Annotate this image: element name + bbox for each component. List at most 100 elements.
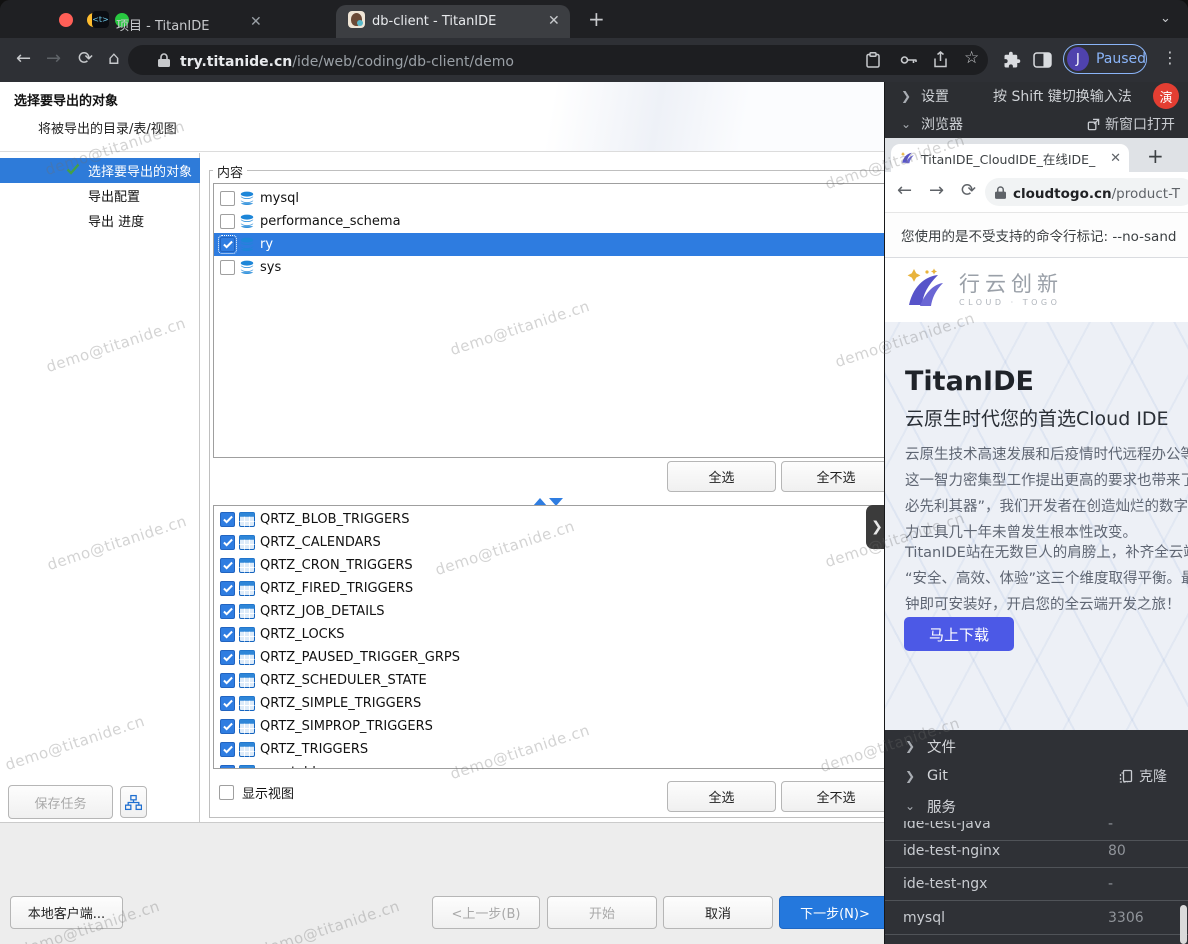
checkbox[interactable] (219, 785, 234, 800)
browser-section[interactable]: ⌄ 浏览器 新窗口打开 (885, 110, 1188, 138)
menu-kebab-icon[interactable]: ⋮ (1162, 48, 1178, 67)
checkbox[interactable] (220, 696, 235, 711)
checkbox[interactable] (220, 604, 235, 619)
checkbox[interactable] (220, 237, 235, 252)
schema-list[interactable]: mysqlperformance_schemarysys (213, 183, 884, 458)
tab-close-icon[interactable]: ✕ (250, 15, 262, 29)
preview-tab-close-icon[interactable]: ✕ (1110, 151, 1121, 166)
checkbox[interactable] (220, 512, 235, 527)
omnibox[interactable]: try.titanide.cn/ide/web/coding/db-client… (128, 45, 988, 75)
tab-project[interactable]: <t> 项目 - TitanIDE ✕ (84, 5, 280, 38)
checkbox-label: 显示视图 (242, 783, 294, 802)
new-tab-button[interactable]: + (588, 7, 605, 31)
list-item-ry[interactable]: ry (214, 233, 884, 256)
preview-new-tab-button[interactable]: + (1147, 144, 1164, 168)
select-all-schemas-button[interactable]: 全选 (667, 461, 776, 492)
share-icon[interactable] (934, 51, 947, 68)
splitter-handle[interactable] (533, 491, 573, 500)
tab-close-icon[interactable]: ✕ (548, 14, 560, 28)
sitemap-icon (125, 794, 142, 811)
open-new-window-button[interactable]: 新窗口打开 (1087, 114, 1175, 134)
task-diagram-button[interactable] (120, 786, 147, 818)
preview-forward-icon[interactable]: → (929, 182, 944, 200)
list-item-QRTZ_TRIGGERS[interactable]: QRTZ_TRIGGERS (214, 738, 884, 761)
select-none-tables-button[interactable]: 全不选 (781, 781, 884, 812)
service-row-mysql[interactable]: mysql3306 (885, 902, 1188, 935)
local-client-button[interactable]: 本地客户端... (10, 896, 123, 929)
select-all-tables-button[interactable]: 全选 (667, 781, 776, 812)
list-item-sys[interactable]: sys (214, 256, 884, 279)
list-item-QRTZ_PAUSED_TRIGGER_GRPS[interactable]: QRTZ_PAUSED_TRIGGER_GRPS (214, 646, 884, 669)
tab-search-chevron-icon[interactable]: ⌄ (1160, 11, 1171, 26)
forward-icon[interactable]: → (46, 50, 61, 68)
list-item-QRTZ_SIMPROP_TRIGGERS[interactable]: QRTZ_SIMPROP_TRIGGERS (214, 715, 884, 738)
demo-badge[interactable]: 演 (1153, 83, 1179, 109)
tab-db-client[interactable]: db-client - TitanIDE ✕ (336, 5, 570, 38)
download-button[interactable]: 马上下载 (904, 617, 1014, 651)
back-icon[interactable]: ← (16, 50, 31, 68)
checkbox[interactable] (220, 581, 235, 596)
service-row-ide-test-nginx[interactable]: ide-test-nginx80 (885, 835, 1188, 868)
preview-tab[interactable]: TitanIDE_CloudIDE_在线IDE_ ✕ (891, 144, 1129, 172)
reload-icon[interactable]: ⟳ (78, 50, 93, 68)
home-icon[interactable]: ⌂ (108, 50, 119, 68)
table-list[interactable]: QRTZ_BLOB_TRIGGERSQRTZ_CALENDARSQRTZ_CRO… (213, 505, 884, 769)
checkbox[interactable] (220, 214, 235, 229)
checkbox[interactable] (220, 627, 235, 642)
back-step-button[interactable]: <上一步(B) (432, 896, 540, 929)
scrollbar-thumb[interactable] (1180, 905, 1187, 944)
checkbox[interactable] (220, 719, 235, 734)
show-views-checkbox[interactable]: 显示视图 (219, 783, 294, 802)
lock-icon (158, 53, 170, 67)
checkbox[interactable] (220, 765, 235, 769)
extensions-puzzle-icon[interactable] (1003, 51, 1021, 69)
checkbox[interactable] (220, 191, 235, 206)
preview-omnibox[interactable]: cloudtogo.cn/product-T (985, 178, 1188, 206)
list-item-gen_table[interactable]: gen_table (214, 761, 884, 769)
paragraph-line: 这一智力密集型工作提出更高的要求也带来了 (905, 468, 1188, 494)
section-files[interactable]: ❯ 文件 (885, 731, 1188, 761)
wizard-step[interactable]: 导出配置 (0, 183, 200, 208)
export-wizard: 选择要导出的对象 将被导出的目录/表/视图 选择要导出的对象导出配置导出 进度 … (0, 82, 884, 944)
preview-reload-icon[interactable]: ⟳ (961, 182, 976, 200)
expand-panel-handle[interactable]: ❯ (866, 505, 884, 549)
key-icon[interactable] (900, 54, 918, 66)
profile-button[interactable]: J Paused (1063, 44, 1147, 74)
list-item-mysql[interactable]: mysql (214, 187, 884, 210)
save-task-button[interactable]: 保存任务 (8, 785, 113, 819)
section-services[interactable]: ⌄ 服务 (885, 791, 1188, 821)
service-port: - (1108, 876, 1113, 892)
list-item-QRTZ_SCHEDULER_STATE[interactable]: QRTZ_SCHEDULER_STATE (214, 669, 884, 692)
checkbox[interactable] (220, 742, 235, 757)
select-none-schemas-button[interactable]: 全不选 (781, 461, 884, 492)
wizard-step[interactable]: 选择要导出的对象 (0, 158, 200, 183)
clipboard-icon[interactable] (866, 52, 880, 68)
table-icon (239, 719, 255, 734)
side-panel-icon[interactable] (1033, 52, 1052, 68)
list-item-QRTZ_JOB_DETAILS[interactable]: QRTZ_JOB_DETAILS (214, 600, 884, 623)
service-row-ide-test-ngx[interactable]: ide-test-ngx- (885, 868, 1188, 901)
list-item-QRTZ_CRON_TRIGGERS[interactable]: QRTZ_CRON_TRIGGERS (214, 554, 884, 577)
wizard-step[interactable]: 导出 进度 (0, 208, 200, 233)
checkbox[interactable] (220, 673, 235, 688)
list-item-QRTZ_FIRED_TRIGGERS[interactable]: QRTZ_FIRED_TRIGGERS (214, 577, 884, 600)
list-item-QRTZ_LOCKS[interactable]: QRTZ_LOCKS (214, 623, 884, 646)
checkbox[interactable] (220, 260, 235, 275)
list-item-QRTZ_CALENDARS[interactable]: QRTZ_CALENDARS (214, 531, 884, 554)
list-item-performance_schema[interactable]: performance_schema (214, 210, 884, 233)
service-port: 80 (1108, 843, 1126, 859)
bookmark-star-icon[interactable]: ☆ (964, 48, 979, 68)
preview-back-icon[interactable]: ← (897, 182, 912, 200)
checkbox[interactable] (220, 558, 235, 573)
list-item-QRTZ_BLOB_TRIGGERS[interactable]: QRTZ_BLOB_TRIGGERS (214, 508, 884, 531)
next-step-button[interactable]: 下一步(N)> (779, 896, 884, 929)
git-clone-button[interactable]: 克隆 (1119, 766, 1167, 786)
traffic-light-close[interactable] (59, 13, 73, 27)
cancel-button[interactable]: 取消 (663, 896, 773, 929)
checkbox[interactable] (220, 650, 235, 665)
start-button[interactable]: 开始 (547, 896, 657, 929)
settings-section[interactable]: ❯ 设置 按 Shift 键切换输入法 演 (885, 82, 1188, 110)
checkbox[interactable] (220, 535, 235, 550)
section-git[interactable]: ❯ Git 克隆 (885, 761, 1188, 791)
list-item-QRTZ_SIMPLE_TRIGGERS[interactable]: QRTZ_SIMPLE_TRIGGERS (214, 692, 884, 715)
